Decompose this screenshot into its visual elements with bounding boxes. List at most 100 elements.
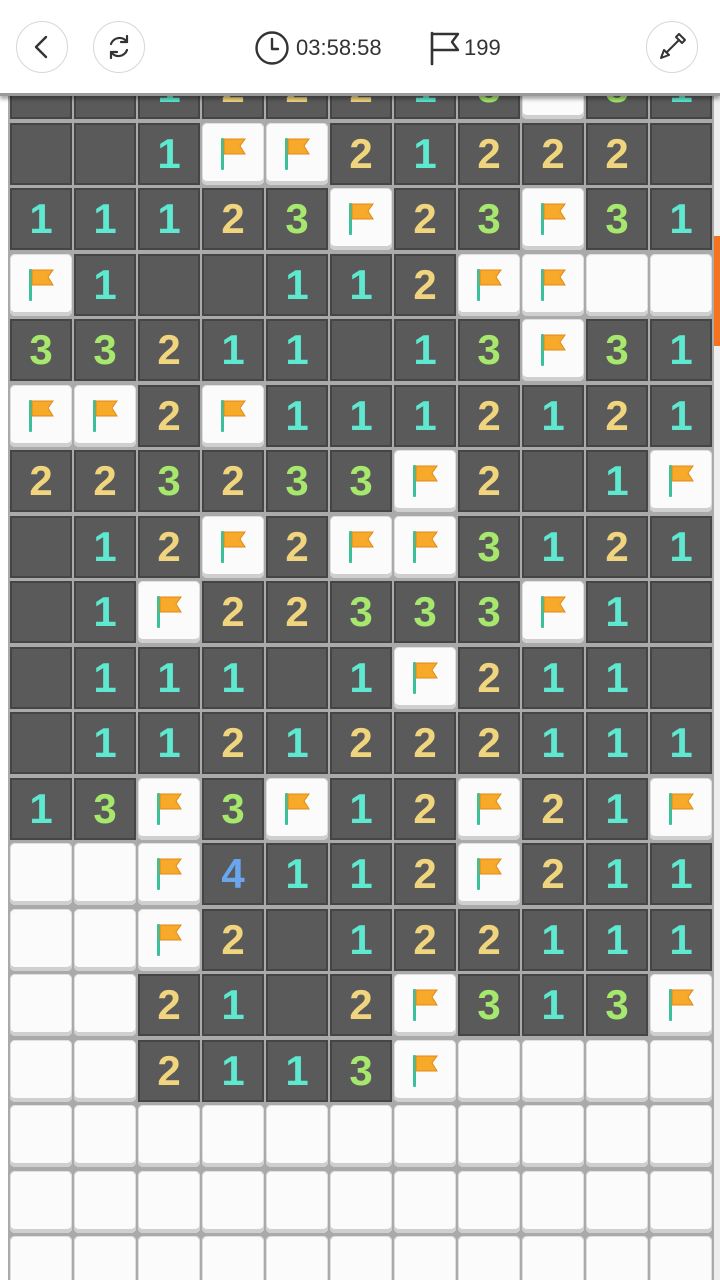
number-cell[interactable]: 3 [266, 188, 328, 250]
flagged-cell[interactable] [138, 777, 200, 840]
number-cell[interactable]: 1 [330, 777, 392, 840]
number-cell[interactable]: 3 [330, 1039, 392, 1102]
flagged-cell[interactable] [650, 777, 712, 840]
flagged-cell[interactable] [650, 450, 712, 512]
empty-cell[interactable] [650, 646, 712, 709]
unrevealed-cell[interactable] [74, 1105, 136, 1167]
flagged-cell[interactable] [266, 122, 328, 185]
flagged-cell[interactable] [138, 843, 200, 905]
number-cell[interactable]: 2 [202, 188, 264, 250]
unrevealed-cell[interactable] [10, 908, 72, 971]
number-cell[interactable]: 2 [394, 908, 456, 971]
unrevealed-cell[interactable] [586, 1039, 648, 1102]
unrevealed-cell[interactable] [10, 974, 72, 1036]
unrevealed-cell[interactable] [458, 1170, 520, 1233]
unrevealed-cell[interactable] [586, 253, 648, 316]
unrevealed-cell[interactable] [138, 1170, 200, 1233]
flagged-cell[interactable] [394, 515, 456, 578]
board-viewport[interactable]: 1222133112122211123233111123321113312111… [0, 0, 720, 1280]
unrevealed-cell[interactable] [650, 1039, 712, 1102]
minefield-grid[interactable]: 1222133112122211123233111123321113312111… [8, 55, 715, 1280]
unrevealed-cell[interactable] [138, 1105, 200, 1167]
number-cell[interactable]: 1 [202, 646, 264, 709]
empty-cell[interactable] [138, 253, 200, 316]
unrevealed-cell[interactable] [522, 1105, 584, 1167]
empty-cell[interactable] [266, 974, 328, 1036]
flagged-cell[interactable] [650, 974, 712, 1036]
unrevealed-cell[interactable] [458, 1236, 520, 1280]
number-cell[interactable]: 1 [586, 646, 648, 709]
flagged-cell[interactable] [330, 188, 392, 250]
number-cell[interactable]: 1 [74, 646, 136, 709]
number-cell[interactable]: 1 [202, 1039, 264, 1102]
unrevealed-cell[interactable] [330, 1170, 392, 1233]
number-cell[interactable]: 2 [458, 712, 520, 774]
number-cell[interactable]: 3 [458, 319, 520, 381]
flagged-cell[interactable] [138, 581, 200, 643]
empty-cell[interactable] [10, 515, 72, 578]
number-cell[interactable]: 2 [138, 974, 200, 1036]
number-cell[interactable]: 3 [586, 319, 648, 381]
number-cell[interactable]: 1 [138, 188, 200, 250]
empty-cell[interactable] [10, 646, 72, 709]
number-cell[interactable]: 1 [74, 581, 136, 643]
unrevealed-cell[interactable] [650, 1105, 712, 1167]
unrevealed-cell[interactable] [10, 1039, 72, 1102]
number-cell[interactable]: 1 [394, 122, 456, 185]
number-cell[interactable]: 1 [74, 712, 136, 774]
number-cell[interactable]: 1 [202, 319, 264, 381]
number-cell[interactable]: 2 [458, 646, 520, 709]
flagged-cell[interactable] [394, 1039, 456, 1102]
flagged-cell[interactable] [394, 450, 456, 512]
number-cell[interactable]: 1 [394, 384, 456, 447]
number-cell[interactable]: 2 [394, 777, 456, 840]
number-cell[interactable]: 2 [458, 122, 520, 185]
number-cell[interactable]: 1 [138, 646, 200, 709]
flagged-cell[interactable] [202, 122, 264, 185]
number-cell[interactable]: 3 [458, 515, 520, 578]
number-cell[interactable]: 1 [330, 843, 392, 905]
number-cell[interactable]: 3 [330, 581, 392, 643]
number-cell[interactable]: 1 [522, 384, 584, 447]
number-cell[interactable]: 2 [330, 122, 392, 185]
empty-cell[interactable] [330, 319, 392, 381]
number-cell[interactable]: 2 [202, 581, 264, 643]
number-cell[interactable]: 1 [586, 450, 648, 512]
unrevealed-cell[interactable] [394, 1236, 456, 1280]
restart-button[interactable] [93, 21, 145, 73]
unrevealed-cell[interactable] [586, 1105, 648, 1167]
number-cell[interactable]: 2 [330, 712, 392, 774]
number-cell[interactable]: 1 [138, 712, 200, 774]
flagged-cell[interactable] [266, 777, 328, 840]
number-cell[interactable]: 2 [138, 384, 200, 447]
number-cell[interactable]: 3 [586, 974, 648, 1036]
unrevealed-cell[interactable] [586, 1236, 648, 1280]
number-cell[interactable]: 1 [650, 908, 712, 971]
number-cell[interactable]: 1 [10, 777, 72, 840]
flagged-cell[interactable] [458, 777, 520, 840]
unrevealed-cell[interactable] [650, 1170, 712, 1233]
number-cell[interactable]: 1 [330, 908, 392, 971]
unrevealed-cell[interactable] [266, 1170, 328, 1233]
number-cell[interactable]: 1 [266, 384, 328, 447]
number-cell[interactable]: 1 [586, 908, 648, 971]
number-cell[interactable]: 3 [458, 188, 520, 250]
empty-cell[interactable] [10, 122, 72, 185]
number-cell[interactable]: 2 [586, 122, 648, 185]
number-cell[interactable]: 2 [74, 450, 136, 512]
unrevealed-cell[interactable] [74, 843, 136, 905]
number-cell[interactable]: 2 [522, 122, 584, 185]
flagged-cell[interactable] [458, 253, 520, 316]
unrevealed-cell[interactable] [650, 1236, 712, 1280]
empty-cell[interactable] [522, 450, 584, 512]
flagged-cell[interactable] [10, 384, 72, 447]
unrevealed-cell[interactable] [10, 1236, 72, 1280]
unrevealed-cell[interactable] [138, 1236, 200, 1280]
unrevealed-cell[interactable] [74, 1039, 136, 1102]
number-cell[interactable]: 1 [266, 1039, 328, 1102]
number-cell[interactable]: 2 [138, 319, 200, 381]
number-cell[interactable]: 1 [10, 188, 72, 250]
number-cell[interactable]: 3 [138, 450, 200, 512]
number-cell[interactable]: 1 [330, 253, 392, 316]
number-cell[interactable]: 1 [330, 646, 392, 709]
